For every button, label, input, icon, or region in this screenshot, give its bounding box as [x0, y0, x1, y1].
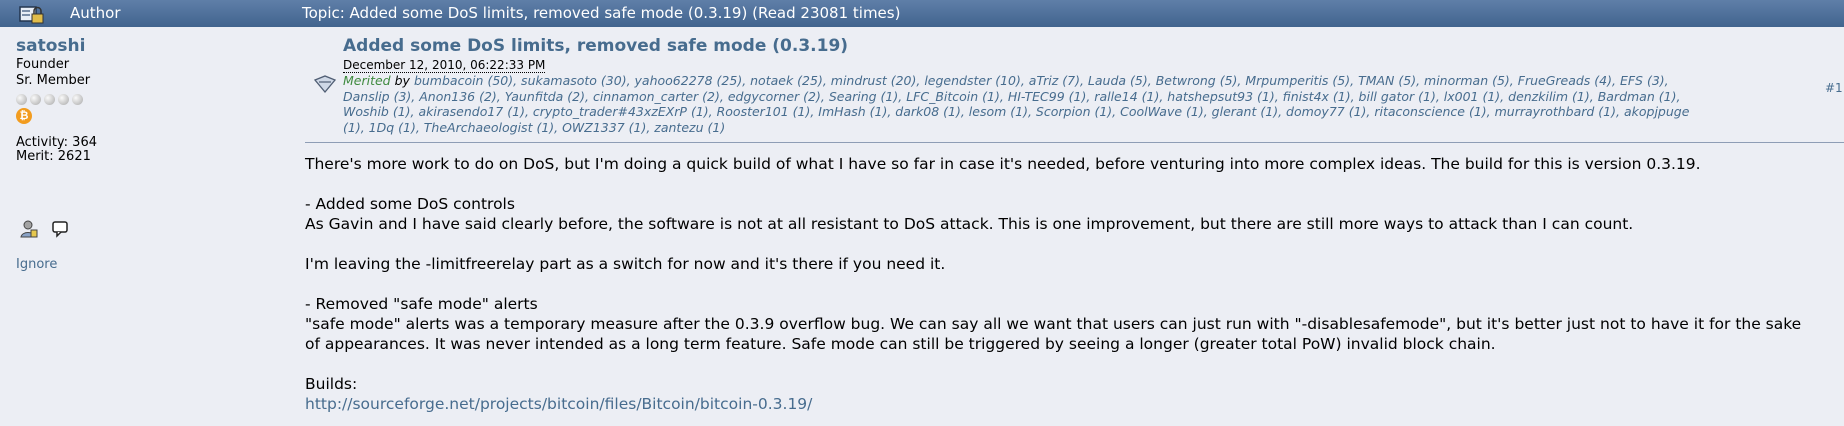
post-paragraph: of appearances. It was never intended as… — [305, 335, 1496, 353]
poster-activity: Activity: 364 — [16, 135, 97, 150]
lock-icon — [19, 6, 44, 24]
poster-name-link[interactable]: satoshi — [16, 36, 286, 56]
poster-actions — [20, 220, 69, 242]
post-paragraph: There's more work to do on DoS, but I'm … — [305, 155, 1701, 173]
poster-rank: Sr. Member — [16, 73, 91, 88]
merit-list: Merited by bumbacoin (50), sukamasoto (3… — [343, 73, 1843, 135]
merited-by-label: by — [394, 73, 410, 88]
post-paragraph: - Removed "safe mode" alerts — [305, 295, 538, 313]
post-title-link[interactable]: Added some DoS limits, removed safe mode… — [343, 36, 848, 56]
post-date: December 12, 2010, 06:22:33 PM — [343, 58, 546, 73]
poster-title: Founder — [16, 57, 70, 72]
rank-star-icon — [16, 94, 27, 105]
merit-list-line[interactable]: (1), 1Dq (1), TheArchaeologist (1), OWZ1… — [343, 120, 1843, 136]
bitcoin-icon: ₿ — [16, 108, 32, 124]
rank-star-icon — [30, 94, 41, 105]
merit-list-line[interactable]: bumbacoin (50), sukamasoto (30), yahoo62… — [414, 73, 1669, 88]
speech-bubble-icon[interactable] — [51, 220, 69, 238]
post-body: There's more work to do on DoS, but I'm … — [305, 154, 1835, 414]
profile-icon[interactable] — [20, 220, 38, 238]
ignore-link[interactable]: Ignore — [16, 257, 57, 272]
post-paragraph: - Added some DoS controls — [305, 195, 515, 213]
poster-info: satoshi Founder Sr. Member ₿ — [16, 36, 286, 124]
merit-list-line[interactable]: Woshib (1), akirasendo17 (1), crypto_tra… — [343, 104, 1843, 120]
poster-merit: Merit: 2621 — [16, 149, 91, 164]
builds-link[interactable]: http://sourceforge.net/projects/bitcoin/… — [305, 394, 1835, 414]
post-number-link[interactable]: #1 — [1825, 81, 1843, 95]
post-paragraph: Builds: — [305, 375, 358, 393]
rank-star-icon — [58, 94, 69, 105]
rank-stars — [16, 90, 286, 105]
post-paragraph: As Gavin and I have said clearly before,… — [305, 215, 1634, 233]
post-divider — [305, 142, 1844, 143]
merited-label: Merited — [343, 73, 391, 88]
rank-star-icon — [72, 94, 83, 105]
topic-title-label: Topic: Added some DoS limits, removed sa… — [302, 4, 901, 22]
topic-header-bar: Author Topic: Added some DoS limits, rem… — [0, 0, 1844, 27]
post-paragraph: "safe mode" alerts was a temporary measu… — [305, 315, 1802, 333]
rank-star-icon — [44, 94, 55, 105]
merit-list-line[interactable]: Danslip (3), Anon136 (2), Yaunfitda (2),… — [343, 89, 1843, 105]
topic-post-icon — [313, 75, 337, 94]
author-column-label: Author — [70, 4, 121, 22]
post-paragraph: I'm leaving the -limitfreerelay part as … — [305, 255, 946, 273]
